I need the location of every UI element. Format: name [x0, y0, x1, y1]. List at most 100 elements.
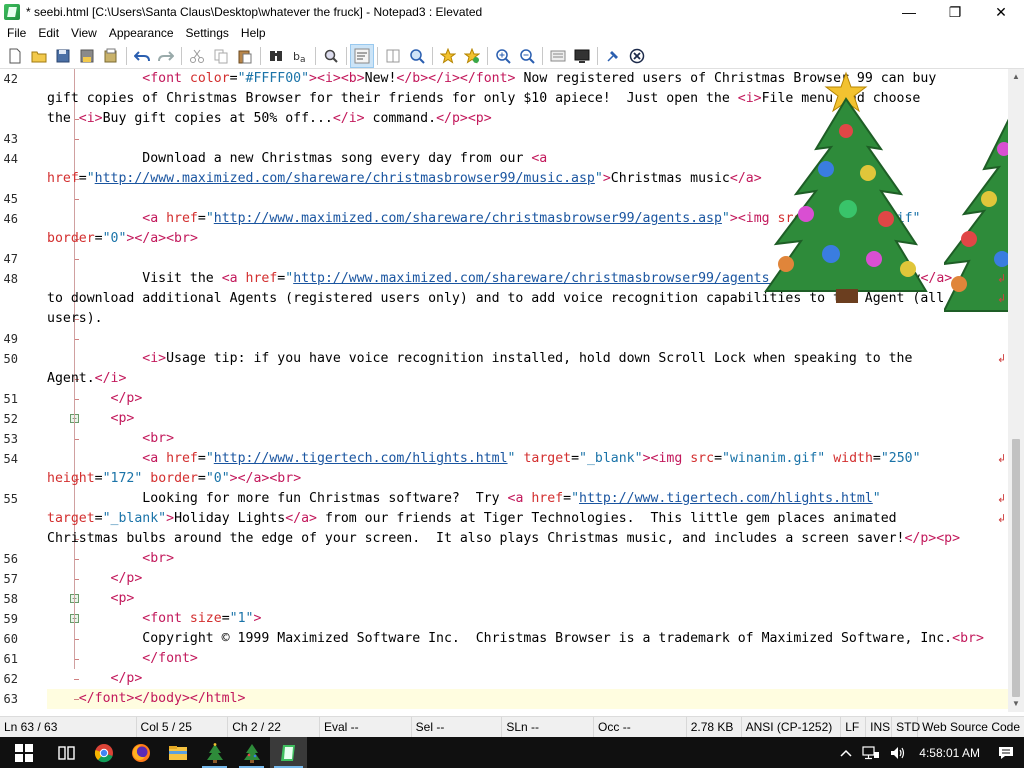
taskbar-firefox[interactable]: [122, 737, 159, 768]
code-line[interactable]: </font>: [47, 649, 198, 669]
code-line[interactable]: Download a new Christmas song every day …: [47, 149, 547, 169]
code-line[interactable]: Christmas bulbs around the edge of your …: [47, 529, 960, 549]
save-copy-button[interactable]: [99, 44, 123, 68]
taskbar-clock[interactable]: 4:58:01 AM: [911, 737, 988, 768]
code-line[interactable]: href="http://www.maximized.com/shareware…: [47, 169, 762, 189]
status-line[interactable]: Ln 63 / 63: [0, 716, 137, 738]
code-line[interactable]: the <i>Buy gift copies at 50% off...</i>…: [47, 109, 492, 129]
code-url[interactable]: http://www.maximized.com/shareware/chris…: [214, 211, 722, 226]
scroll-thumb[interactable]: [1012, 439, 1020, 697]
word-wrap-marker-icon: ↲: [997, 493, 1007, 505]
maximize-button[interactable]: ❐: [932, 0, 978, 24]
code-line[interactable]: </font></body></html>: [47, 689, 246, 709]
tray-network[interactable]: [857, 737, 885, 768]
code-line[interactable]: users).: [47, 309, 103, 329]
screen-button[interactable]: [570, 44, 594, 68]
find-button[interactable]: [264, 44, 288, 68]
code-line[interactable]: <p>: [47, 409, 135, 429]
status-char[interactable]: Ch 2 / 22: [228, 716, 320, 738]
close-button[interactable]: ✕: [978, 0, 1024, 24]
code-line[interactable]: <i>Usage tip: if you have voice recognit…: [47, 349, 912, 369]
title-bar: * seebi.html [C:\Users\Santa Claus\Deskt…: [0, 0, 1024, 24]
replace-button[interactable]: ba: [288, 44, 312, 68]
pin-button[interactable]: [601, 44, 625, 68]
status-lexer[interactable]: Web Source Code: [918, 717, 1024, 738]
tray-volume[interactable]: [885, 737, 911, 768]
code-line[interactable]: </p>: [47, 389, 143, 409]
notepad3-app-icon[interactable]: [4, 4, 20, 20]
line-number: 59: [3, 612, 18, 626]
code-line[interactable]: height="172" border="0"></a><br>: [47, 469, 301, 489]
code-token: ></a><br>: [126, 231, 198, 246]
status-std-mode[interactable]: STD: [892, 716, 920, 738]
status-line-ending[interactable]: LF: [841, 716, 867, 738]
tray-notifications[interactable]: [988, 737, 1024, 768]
code-token: <br>: [142, 551, 175, 566]
taskbar-tree-app-1[interactable]: [196, 737, 233, 768]
status-encoding[interactable]: ANSI (CP-1252): [742, 716, 842, 738]
copy-button[interactable]: [209, 44, 233, 68]
scroll-down-icon[interactable]: ▼: [1008, 696, 1024, 712]
find-in-files-button[interactable]: [319, 44, 343, 68]
code-url[interactable]: http://www.maximized.com/shareware/chris…: [95, 171, 595, 186]
paste-button[interactable]: [233, 44, 257, 68]
word-wrap-button[interactable]: [350, 43, 374, 68]
code-url[interactable]: http://www.tigertech.com/hlights.html: [214, 451, 508, 466]
open-folder-button[interactable]: [27, 44, 51, 68]
cut-button[interactable]: [185, 44, 209, 68]
code-line[interactable]: </p>: [47, 669, 143, 689]
vertical-scrollbar[interactable]: ▲ ▼: [1008, 69, 1024, 712]
code-url[interactable]: http://www.maximized.com/shareware/chris…: [293, 271, 801, 286]
menu-help[interactable]: Help: [235, 24, 272, 43]
code-line[interactable]: <br>: [47, 549, 174, 569]
taskbar-notepad3[interactable]: [270, 737, 307, 768]
code-line[interactable]: Copyright © 1999 Maximized Software Inc.…: [47, 629, 984, 649]
code-line[interactable]: <p>: [47, 589, 135, 609]
redo-button[interactable]: [154, 44, 178, 68]
save-as-button[interactable]: [75, 44, 99, 68]
minimize-button[interactable]: —: [886, 0, 932, 24]
exit-button[interactable]: [625, 44, 649, 68]
code-line[interactable]: Agent.</i>: [47, 369, 126, 389]
code-line[interactable]: <font size="1">: [47, 609, 261, 629]
new-file-button[interactable]: [3, 44, 27, 68]
scroll-up-icon[interactable]: ▲: [1008, 69, 1024, 85]
column-select-button[interactable]: [381, 44, 405, 68]
save-button[interactable]: [51, 44, 75, 68]
editor-area[interactable]: 42 43 44 45 46 47 48 49 50 51 52 53 54 55 56 57 58 59 60 61…: [0, 69, 1008, 712]
menu-file[interactable]: File: [1, 24, 32, 43]
code-token: =: [197, 451, 206, 466]
undo-button[interactable]: [130, 44, 154, 68]
status-insert-mode[interactable]: INS: [866, 716, 893, 738]
status-column[interactable]: Col 5 / 25: [137, 716, 229, 738]
code-line[interactable]: <a href="http://www.tigertech.com/hlight…: [47, 449, 920, 469]
search-zoom-button[interactable]: [405, 44, 429, 68]
code-line[interactable]: target="_blank">Holiday Lights</a> from …: [47, 509, 897, 529]
code-token: <font: [142, 611, 190, 626]
code-line[interactable]: </p>: [47, 569, 143, 589]
start-button[interactable]: [0, 737, 48, 768]
code-url[interactable]: http://www.tigertech.com/hlights.html: [579, 491, 873, 506]
menu-view[interactable]: View: [65, 24, 103, 43]
taskbar-file-explorer[interactable]: [159, 737, 196, 768]
code-line[interactable]: Looking for more fun Christmas software?…: [47, 489, 880, 509]
menu-appearance[interactable]: Appearance: [103, 24, 180, 43]
menu-edit[interactable]: Edit: [32, 24, 65, 43]
code-line[interactable]: border="0"></a><br>: [47, 229, 198, 249]
tray-overflow-button[interactable]: [835, 737, 857, 768]
task-view-button[interactable]: [48, 737, 85, 768]
tree-app-icon-2: [243, 743, 260, 763]
screen-icon: [574, 49, 590, 63]
taskbar-tree-app-2[interactable]: [233, 737, 270, 768]
taskbar-chrome[interactable]: [85, 737, 122, 768]
zoom-out-button[interactable]: [515, 44, 539, 68]
favorite-add-button[interactable]: [436, 44, 460, 68]
zoom-in-button[interactable]: [491, 44, 515, 68]
favorites-button[interactable]: [460, 44, 484, 68]
menu-settings[interactable]: Settings: [180, 24, 235, 43]
code-token: =: [94, 231, 103, 246]
code-line[interactable]: <br>: [47, 429, 174, 449]
schema-button[interactable]: [546, 44, 570, 68]
